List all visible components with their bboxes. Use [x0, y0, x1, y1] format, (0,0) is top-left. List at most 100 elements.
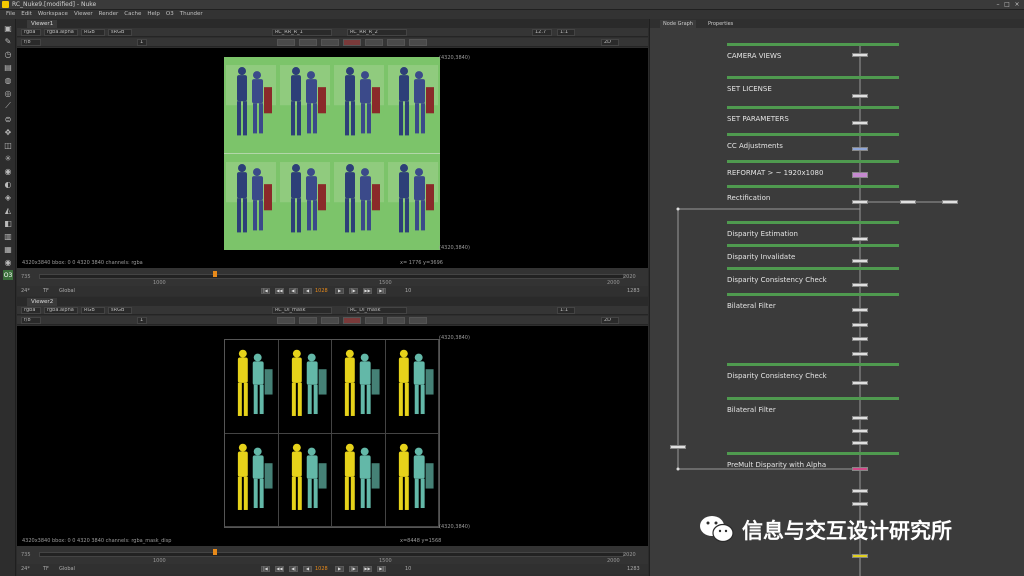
range-mode-select[interactable]: Global	[59, 566, 75, 572]
fps-field[interactable]: 24*	[21, 288, 30, 294]
last-frame-button[interactable]: ▶|	[377, 566, 386, 572]
disparity-invalidate-node[interactable]	[852, 259, 868, 263]
layer-select[interactable]: rgba.alpha	[44, 307, 78, 314]
zoom-select[interactable]: 2D	[601, 317, 619, 324]
gamma-field[interactable]: 1	[137, 317, 147, 324]
pipeline-node[interactable]	[852, 323, 868, 327]
menu-cache[interactable]: Cache	[121, 10, 144, 19]
side-node-2[interactable]	[942, 200, 958, 204]
merge-tool-icon[interactable]: ⊜	[3, 114, 13, 124]
first-frame-button[interactable]: |◀	[261, 288, 270, 294]
frame-count-field[interactable]: 12.7	[532, 29, 552, 36]
first-frame-button[interactable]: |◀	[261, 566, 270, 572]
plugin-tool-icon[interactable]: ▦	[3, 244, 13, 254]
current-frame-field[interactable]: 1028	[315, 566, 328, 572]
other-tool-icon[interactable]: ◭	[3, 205, 13, 215]
gain-field[interactable]: f/8	[21, 317, 41, 324]
input-a-select[interactable]: RC_DI_mask	[272, 307, 332, 314]
keyer-tool-icon[interactable]: ⟋	[3, 101, 13, 111]
active-compare-button[interactable]	[343, 317, 361, 324]
backdrop-premult-disparity[interactable]: PreMult Disparity with Alpha	[727, 452, 899, 469]
menu-thunder[interactable]: Thunder	[177, 10, 206, 19]
input-b-select[interactable]: RC_RR_R_2	[347, 29, 407, 36]
viewer-1-tab[interactable]: Viewer1	[27, 20, 58, 28]
channel-tool-icon[interactable]: ▤	[3, 62, 13, 72]
time-tool-icon[interactable]: ◷	[3, 49, 13, 59]
prev-frame-button[interactable]: ◀|	[289, 566, 298, 572]
active-compare-button[interactable]	[343, 39, 361, 46]
backdrop-rectification[interactable]: Rectification	[727, 185, 899, 202]
backdrop-set-parameters[interactable]: SET PARAMETERS	[727, 106, 899, 123]
channels-select[interactable]: rgba	[21, 307, 41, 314]
last-frame-button[interactable]: ▶|	[377, 288, 386, 294]
viewer-1-canvas[interactable]: (4320,3840) (4320,3840) 4320x3840 bbox: …	[17, 48, 648, 268]
current-frame-field[interactable]: 1028	[315, 288, 328, 294]
mask-button[interactable]	[321, 39, 339, 46]
playhead-marker[interactable]	[213, 549, 217, 555]
fps-field[interactable]: 24*	[21, 566, 30, 572]
backdrop-set-license[interactable]: SET LICENSE	[727, 76, 899, 93]
views-tool-icon[interactable]: ◐	[3, 179, 13, 189]
3d-tool-icon[interactable]: ◫	[3, 140, 13, 150]
image-tool-icon[interactable]: ▣	[3, 23, 13, 33]
gain-field[interactable]: f/8	[21, 39, 41, 46]
metadata-tool-icon[interactable]: ◈	[3, 192, 13, 202]
backdrop-disparity-invalidate[interactable]: Disparity Invalidate	[727, 244, 899, 261]
input-b-select[interactable]: RC_DI_mask	[347, 307, 407, 314]
filter-tool-icon[interactable]: ◎	[3, 88, 13, 98]
pipeline-node[interactable]	[852, 502, 868, 506]
play-back-button[interactable]: ◀	[303, 288, 312, 294]
colorspace-select[interactable]: RGB	[81, 307, 105, 314]
input-a-select[interactable]: RC_RR_R_1	[272, 29, 332, 36]
node-graph-panel[interactable]: Node Graph Properties CAMERA VIEWS SET L…	[649, 19, 1024, 576]
viewer-2-canvas[interactable]: (4320,3840) (4320,3840) 4320x3840 bbox: …	[17, 326, 648, 546]
step-field[interactable]: 10	[405, 288, 411, 294]
draw-tool-icon[interactable]: ✎	[3, 36, 13, 46]
gamma-field[interactable]: 1	[137, 39, 147, 46]
lut-select[interactable]: sRGB	[108, 307, 132, 314]
deep-tool-icon[interactable]: ◉	[3, 166, 13, 176]
menu-render[interactable]: Render	[96, 10, 122, 19]
tf-field[interactable]: TF	[43, 288, 49, 294]
prev-key-button[interactable]: ◀◀	[275, 566, 284, 572]
rectification-node[interactable]	[852, 200, 868, 204]
furnace-tool-icon[interactable]: ◧	[3, 218, 13, 228]
zoom-select[interactable]: 2D	[601, 39, 619, 46]
timeline-track[interactable]	[39, 552, 624, 557]
o3-tool-icon[interactable]: O3	[3, 270, 13, 280]
layer-select[interactable]: rgba.alpha	[44, 29, 78, 36]
lock-button[interactable]	[409, 39, 427, 46]
parameters-node[interactable]	[852, 121, 868, 125]
timeline-track[interactable]	[39, 274, 624, 279]
range-mode-select[interactable]: Global	[59, 288, 75, 294]
backdrop-reformat[interactable]: REFORMAT > ~ 1920x1080	[727, 160, 899, 177]
play-button[interactable]: ▶	[335, 288, 344, 294]
backdrop-disparity-consistency-check-2[interactable]: Disparity Consistency Check	[727, 363, 899, 380]
proxy-button[interactable]	[387, 39, 405, 46]
play-back-button[interactable]: ◀	[303, 566, 312, 572]
gizmo-tool-icon[interactable]: ◉	[3, 257, 13, 267]
menu-workspace[interactable]: Workspace	[35, 10, 71, 19]
menu-o3[interactable]: O3	[163, 10, 177, 19]
wipe-button[interactable]	[277, 317, 295, 324]
channels-select[interactable]: rgba	[21, 29, 41, 36]
menu-viewer[interactable]: Viewer	[71, 10, 96, 19]
pipeline-node[interactable]	[852, 352, 868, 356]
colorspace-select[interactable]: RGB	[81, 29, 105, 36]
viewer-2-timeline[interactable]: 735 1000 1500 2000 2020	[17, 546, 648, 564]
tf-field[interactable]: TF	[43, 566, 49, 572]
end-frame-field[interactable]: 1283	[627, 566, 640, 572]
bilateral-filter-node-2[interactable]	[852, 416, 868, 420]
proxy-button[interactable]	[387, 317, 405, 324]
bilateral-filter-node[interactable]	[852, 308, 868, 312]
color-tool-icon[interactable]: ◍	[3, 75, 13, 85]
pipeline-node[interactable]	[852, 441, 868, 445]
next-key-button[interactable]: ▶▶	[363, 566, 372, 572]
overlay-button[interactable]	[299, 317, 317, 324]
read-node[interactable]	[852, 53, 868, 57]
end-frame-field[interactable]: 1283	[627, 288, 640, 294]
backdrop-disparity-consistency-check[interactable]: Disparity Consistency Check	[727, 267, 899, 284]
playhead-marker[interactable]	[213, 271, 217, 277]
backdrop-bilateral-filter[interactable]: Bilateral Filter	[727, 293, 899, 310]
license-node[interactable]	[852, 94, 868, 98]
